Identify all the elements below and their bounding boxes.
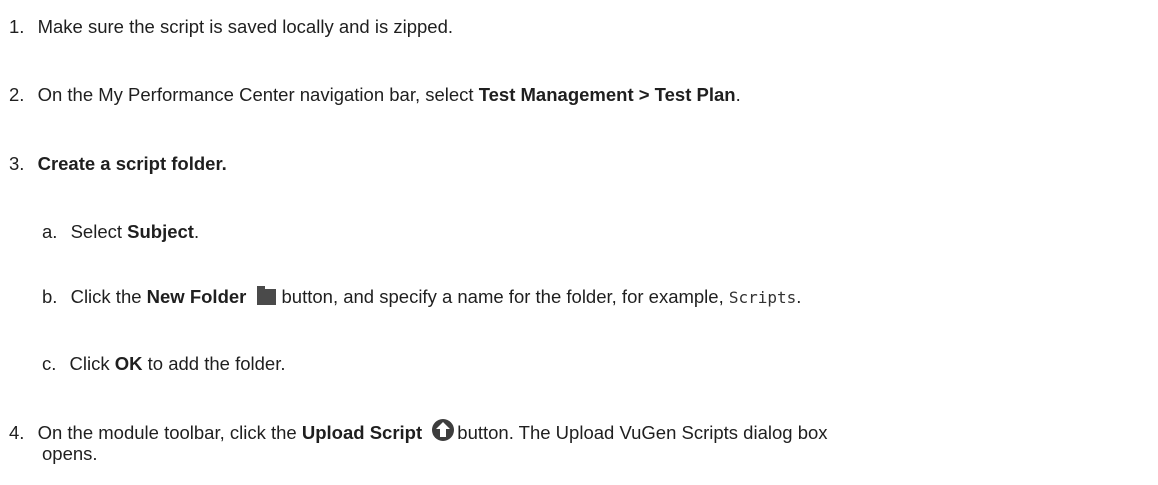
substep-c: c. Click OK to add the folder. xyxy=(42,353,285,375)
folder-icon xyxy=(256,285,277,311)
upload-arrow-icon xyxy=(431,418,455,447)
ok-label: OK xyxy=(114,353,143,374)
step-text: On the My Performance Center navigation … xyxy=(37,84,479,105)
step-number: 1. xyxy=(9,16,25,37)
step-3: 3. Create a script folder. xyxy=(9,153,227,175)
step-text-2: button. The Upload VuGen Scripts dialog … xyxy=(457,422,828,443)
step-number: 4. xyxy=(9,422,25,443)
step-text: Make sure the script is saved locally an… xyxy=(37,16,453,37)
substep-text: Click xyxy=(69,353,115,374)
step-heading: Create a script folder. xyxy=(37,153,227,174)
substep-text-end: . xyxy=(796,286,802,307)
new-folder-label: New Folder xyxy=(146,286,247,307)
substep-letter: c. xyxy=(42,353,57,374)
substep-text-end: to add the folder. xyxy=(142,353,286,374)
upload-script-label: Upload Script xyxy=(301,422,423,443)
step-number: 2. xyxy=(9,84,25,105)
step-number: 3. xyxy=(9,153,25,174)
substep-text-2: button, and specify a name for the folde… xyxy=(281,286,729,307)
substep-b: b. Click the New Folder button, and spec… xyxy=(42,285,801,311)
step-4-continuation: opens. xyxy=(42,443,98,465)
step-4: 4. On the module toolbar, click the Uplo… xyxy=(9,418,828,447)
substep-letter: a. xyxy=(42,221,58,242)
substep-letter: b. xyxy=(42,286,58,307)
step-text-continued: opens. xyxy=(42,443,98,464)
step-2: 2. On the My Performance Center navigati… xyxy=(9,84,741,106)
step-1: 1. Make sure the script is saved locally… xyxy=(9,16,453,38)
substep-text: Select xyxy=(70,221,128,242)
step-text: On the module toolbar, click the xyxy=(37,422,302,443)
substep-a: a. Select Subject. xyxy=(42,221,199,243)
menu-path: Test Management > Test Plan xyxy=(478,84,736,105)
substep-text-end: . xyxy=(193,221,200,242)
subject-label: Subject xyxy=(127,221,194,242)
code-sample: Scripts xyxy=(728,288,797,307)
substep-text: Click the xyxy=(70,286,147,307)
step-text-end: . xyxy=(735,84,741,105)
